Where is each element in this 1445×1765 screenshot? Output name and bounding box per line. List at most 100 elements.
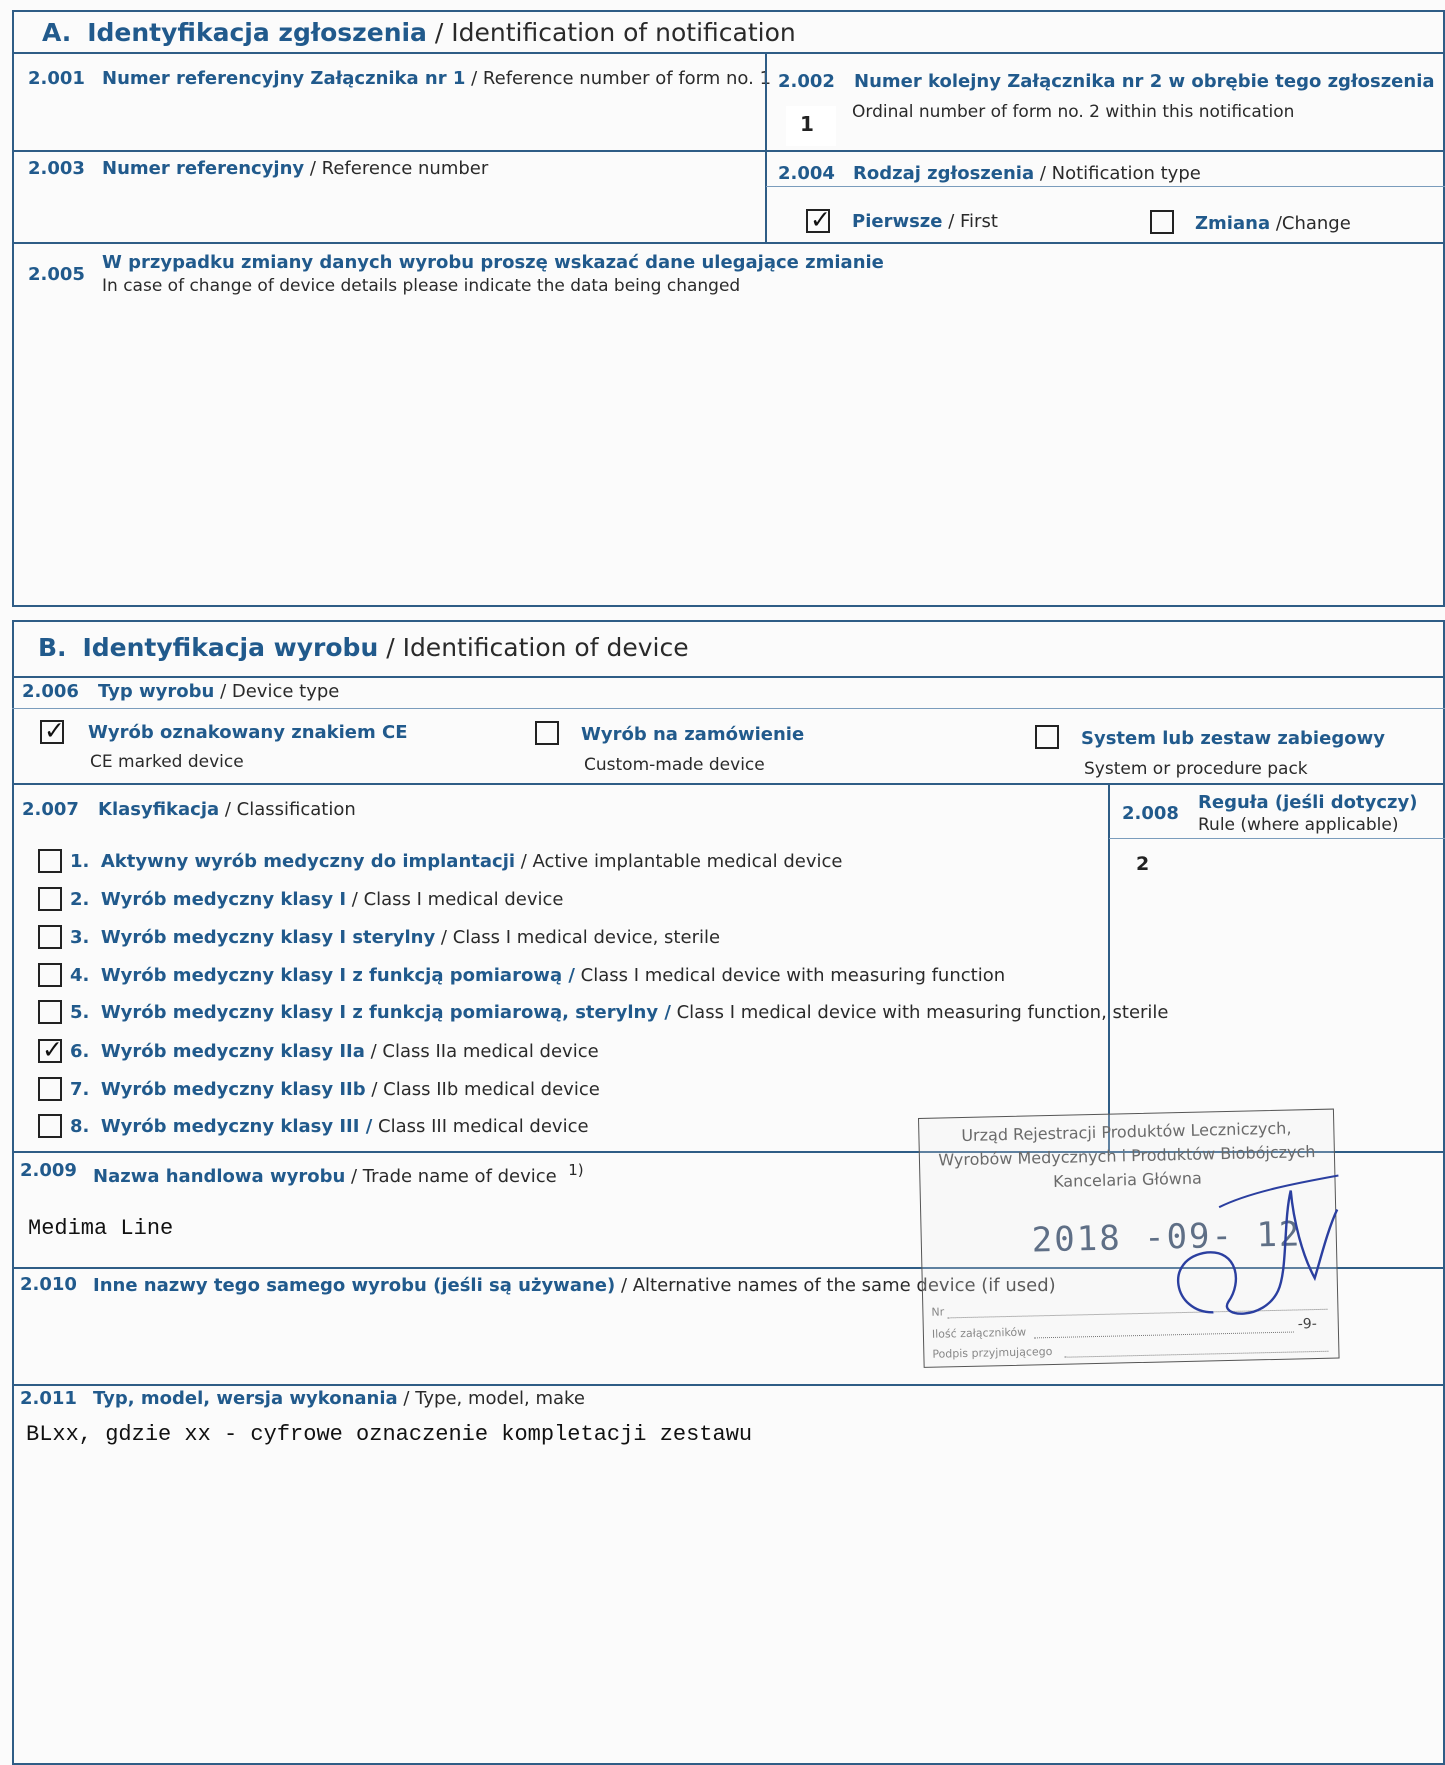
field-2007-number: 2.007 (22, 799, 79, 820)
checkbox-system-pack[interactable] (1035, 725, 1059, 749)
option-custom-en: Custom-made device (584, 755, 765, 775)
field-2002-value: 1 (800, 112, 814, 136)
section-b-title-pl: Identyfikacja wyrobu (82, 633, 379, 662)
field-2009-value[interactable]: Medima Line (28, 1216, 173, 1241)
divider (765, 52, 767, 242)
field-2001-number: 2.001 (28, 68, 85, 89)
class-number: 4. (70, 965, 90, 986)
class-3-text: 3. Wyrób medyczny klasy I sterylny / Cla… (70, 927, 720, 948)
checkbox-class-8[interactable] (38, 1114, 62, 1138)
option-system-en: System or procedure pack (1084, 759, 1308, 779)
section-a-title-en: / Identification of notification (426, 18, 796, 47)
check-mark-icon: ✓ (44, 716, 65, 745)
stamp-signature-label: Podpis przyjmującego (932, 1345, 1053, 1361)
check-mark-icon: ✓ (810, 205, 831, 234)
class-label-en: Class III medical device (372, 1116, 589, 1137)
field-2006-label: Typ wyrobu / Device type (98, 681, 339, 702)
class-8-text: 8. Wyrób medyczny klasy III / Class III … (70, 1116, 589, 1137)
field-2007-label: Klasyfikacja / Classification (98, 799, 356, 820)
stamp-office-line1: Urząd Rejestracji Produktów Leczniczych, (961, 1118, 1292, 1146)
option-change-label: Zmiana /Change (1195, 213, 1351, 234)
divider (12, 52, 1445, 54)
field-2006-number: 2.006 (22, 681, 79, 702)
field-2011-label: Typ, model, wersja wykonania / Type, mod… (93, 1388, 585, 1409)
checkbox-change[interactable] (1150, 210, 1174, 234)
field-2003-label-en: / Reference number (304, 158, 489, 179)
field-2007-label-en: / Classification (219, 799, 356, 820)
class-number: 3. (70, 927, 90, 948)
checkbox-class-6[interactable]: ✓ (38, 1035, 63, 1064)
class-label-en: Class I medical device with measuring fu… (670, 1002, 1169, 1023)
option-ce-pl-text: Wyrób oznakowany znakiem CE (88, 722, 408, 743)
handwritten-signature (1177, 1174, 1339, 1315)
field-2009-number: 2.009 (20, 1160, 77, 1181)
checkbox-class-3[interactable] (38, 925, 62, 949)
checkbox-class-5[interactable] (38, 1000, 62, 1024)
class-label-pl: Wyrób medyczny klasy IIb (100, 1079, 366, 1100)
section-a-title-pl: Identyfikacja zgłoszenia (87, 18, 427, 47)
check-mark-icon: ✓ (42, 1035, 63, 1064)
class-label-pl: Wyrób medyczny klasy I z funkcją pomiaro… (100, 1002, 671, 1023)
field-2003-label: Numer referencyjny / Reference number (102, 158, 488, 179)
divider (766, 186, 1445, 187)
section-b-letter: B. (38, 633, 67, 662)
class-5-text: 5. Wyrób medyczny klasy I z funkcją pomi… (70, 1002, 1169, 1023)
field-2010-label-pl: Inne nazwy tego samego wyrobu (jeśli są … (93, 1275, 616, 1296)
class-label-pl: Wyrób medyczny klasy I (100, 889, 347, 910)
checkbox-class-4[interactable] (38, 963, 62, 987)
footnote-ref: 1) (568, 1161, 584, 1179)
class-7-text: 7. Wyrób medyczny klasy IIb / Class IIb … (70, 1079, 600, 1100)
class-label-pl: Aktywny wyrób medyczny do implantacji (100, 851, 516, 872)
section-b-title: B. Identyfikacja wyrobu / Identification… (38, 633, 689, 662)
option-first-pl: Pierwsze (852, 211, 943, 232)
field-2004-number: 2.004 (778, 163, 835, 184)
divider (12, 242, 1445, 244)
field-2004-label-en: / Notification type (1034, 163, 1201, 184)
class-label-pl: Wyrób medyczny klasy I z funkcją pomiaro… (100, 965, 575, 986)
checkbox-class-2[interactable] (38, 887, 62, 911)
option-first-en: / First (942, 211, 998, 232)
field-2002-label-pl: Numer kolejny Załącznika nr 2 w obrębie … (854, 71, 1435, 92)
field-2004-label: Rodzaj zgłoszenia / Notification type (853, 163, 1201, 184)
divider (12, 1384, 1445, 1386)
class-4-text: 4. Wyrób medyczny klasy I z funkcją pomi… (70, 965, 1005, 986)
option-change-en: /Change (1270, 213, 1351, 234)
divider (12, 783, 1445, 785)
checkbox-class-7[interactable] (38, 1077, 62, 1101)
field-2001-label-pl: Numer referencyjny Załącznika nr 1 (102, 68, 466, 89)
option-change-pl: Zmiana (1195, 213, 1271, 234)
field-2001-label-en: / Reference number of form no. 1 (465, 68, 772, 89)
field-2002-label-pl-text: Numer kolejny Załącznika nr 2 w obrębie … (854, 71, 1435, 92)
checkbox-first[interactable]: ✓ (806, 205, 831, 234)
field-2008-number: 2.008 (1122, 803, 1179, 824)
section-b-title-en: / Identification of device (378, 633, 689, 662)
class-label-en: Class I medical device with measuring fu… (574, 965, 1006, 986)
field-2002-label-en: Ordinal number of form no. 2 within this… (852, 102, 1295, 122)
divider (12, 150, 1445, 152)
receipt-stamp: Urząd Rejestracji Produktów Leczniczych,… (918, 1108, 1340, 1368)
option-custom-pl-text: Wyrób na zamówienie (581, 724, 805, 745)
option-system-pl-text: System lub zestaw zabiegowy (1081, 728, 1385, 749)
class-1-text: 1. Aktywny wyrób medyczny do implantacji… (70, 851, 842, 872)
field-2006-label-pl: Typ wyrobu (98, 681, 215, 702)
checkbox-ce-marked[interactable]: ✓ (40, 716, 65, 745)
class-label-pl: Wyrób medyczny klasy I sterylny (100, 927, 436, 948)
field-2009-label: Nazwa handlowa wyrobu / Trade name of de… (93, 1161, 584, 1187)
field-2008-value: 2 (1136, 853, 1150, 875)
field-2001-label: Numer referencyjny Załącznika nr 1 / Ref… (102, 68, 771, 89)
checkbox-class-1[interactable] (38, 849, 62, 873)
field-2008-label-pl-text: Reguła (jeśli dotyczy) (1198, 792, 1418, 813)
field-2005-label-pl-text: W przypadku zmiany danych wyrobu proszę … (102, 252, 884, 273)
class-number: 5. (70, 1002, 90, 1023)
option-first-label: Pierwsze / First (852, 211, 998, 232)
class-number: 1. (70, 851, 90, 872)
class-2-text: 2. Wyrób medyczny klasy I / Class I medi… (70, 889, 564, 910)
field-2011-label-pl: Typ, model, wersja wykonania (93, 1388, 398, 1409)
section-a-letter: A. (42, 18, 72, 47)
checkbox-custom-made[interactable] (535, 721, 559, 745)
stamp-attachments-label: Ilość załączników (931, 1325, 1027, 1341)
field-2005-textarea[interactable] (16, 300, 1441, 602)
field-2011-value[interactable]: BLxx, gdzie xx - cyfrowe oznaczenie komp… (26, 1422, 752, 1447)
class-label-pl: Wyrób medyczny klasy IIa (100, 1041, 365, 1062)
stamp-nr-label: Nr (931, 1305, 945, 1319)
